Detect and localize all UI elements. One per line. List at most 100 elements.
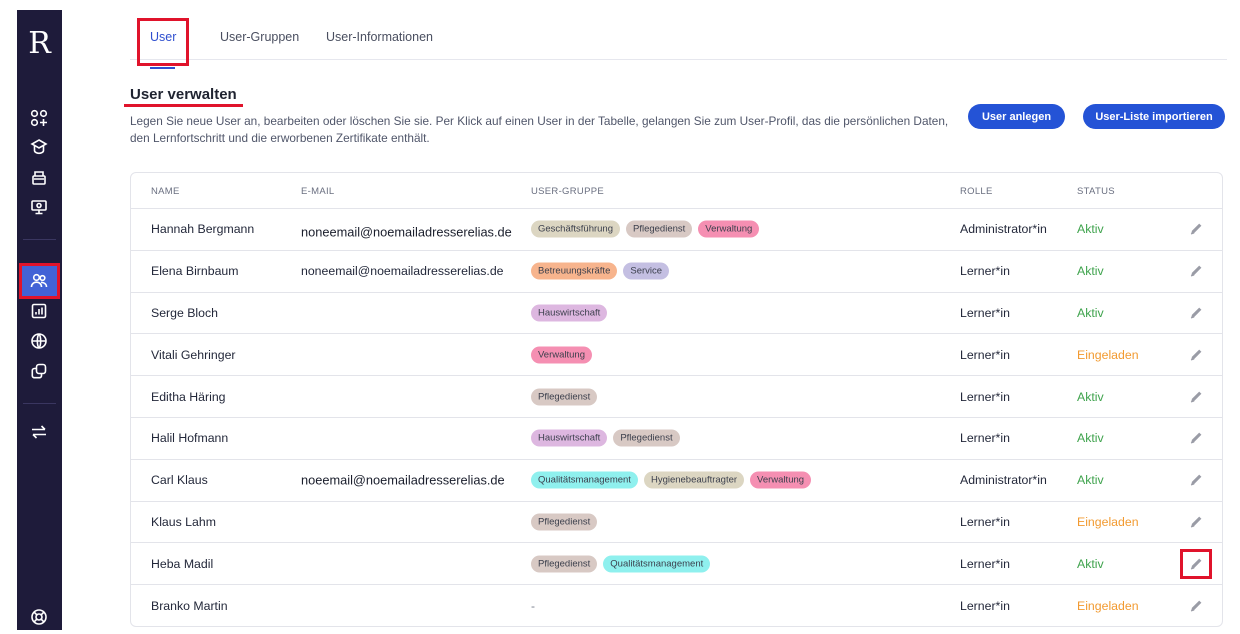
user-group-tags: Pflegedienst <box>531 513 598 531</box>
user-email: noneemail@noemailadresserelias.de <box>301 264 504 279</box>
page-description: Legen Sie neue User an, bearbeiten oder … <box>130 114 949 145</box>
table-row[interactable]: Serge Bloch Hauswirtschaft Lerner*in Aktiv <box>131 293 1222 335</box>
user-role: Lerner*in <box>960 347 1010 362</box>
tab-user-informationen[interactable]: User-Informationen <box>326 30 433 44</box>
user-group-tags: Hauswirtschaft <box>531 304 608 322</box>
table-row[interactable]: Vitali Gehringer Verwaltung Lerner*in Einge… <box>131 334 1222 377</box>
users-icon[interactable] <box>28 270 50 292</box>
no-group-placeholder: - <box>531 598 535 613</box>
user-group-tags: Pflegedienst <box>531 388 598 406</box>
edit-pencil-icon[interactable] <box>1188 472 1204 488</box>
table-row[interactable]: Halil Hofmann Hauswirtschaft Pflegedienst L… <box>131 418 1222 460</box>
import-user-list-button[interactable]: User-Liste importieren <box>1083 104 1225 129</box>
column-header-role[interactable]: ROLLE <box>960 186 993 197</box>
group-tag: Hauswirtschaft <box>531 429 608 447</box>
group-tag: Geschäftsführung <box>531 220 620 238</box>
user-name: Branko Martin <box>151 598 228 613</box>
table-row[interactable]: Editha Häring Pflegedienst Lerner*in Aktiv <box>131 376 1222 418</box>
table-header: NAME E-MAIL USER-GRUPPE ROLLE STATUS <box>131 173 1222 209</box>
user-name: Serge Bloch <box>151 305 218 320</box>
column-header-group[interactable]: USER-GRUPPE <box>531 186 604 197</box>
switch-icon[interactable] <box>28 421 50 443</box>
edit-pencil-icon[interactable] <box>1188 305 1204 321</box>
column-header-status[interactable]: STATUS <box>1077 186 1115 197</box>
group-tag: Verwaltung <box>750 471 812 489</box>
user-group-tags: Hauswirtschaft Pflegedienst <box>531 429 680 447</box>
column-header-email[interactable]: E-MAIL <box>301 186 334 197</box>
reports-icon[interactable] <box>28 300 50 322</box>
screen-icon[interactable] <box>28 196 50 218</box>
user-group-tags: Betreuungskräfte Service <box>531 262 670 280</box>
user-status: Aktiv <box>1077 556 1104 571</box>
user-table: NAME E-MAIL USER-GRUPPE ROLLE STATUS Han… <box>130 172 1223 627</box>
user-role: Lerner*in <box>960 598 1010 613</box>
group-tag: Verwaltung <box>698 220 760 238</box>
active-tab-indicator <box>150 67 175 69</box>
table-row[interactable]: Hannah Bergmann noneemail@noemailadresser… <box>131 209 1222 251</box>
user-status: Aktiv <box>1077 222 1104 237</box>
user-role: Administrator*in <box>960 222 1047 237</box>
group-tag: Pflegedienst <box>531 513 598 531</box>
user-name: Editha Häring <box>151 389 226 404</box>
table-row[interactable]: Elena Birnbaum noneemail@noemailadressere… <box>131 251 1222 293</box>
table-row[interactable]: Klaus Lahm Pflegedienst Lerner*in Eingelade… <box>131 502 1222 544</box>
user-name: Heba Madil <box>151 556 214 571</box>
edit-pencil-icon[interactable] <box>1188 598 1204 614</box>
course-icon[interactable] <box>28 136 50 158</box>
create-user-button[interactable]: User anlegen <box>968 104 1065 129</box>
sidebar-divider <box>23 403 56 404</box>
group-tag: Pflegedienst <box>626 220 693 238</box>
library-icon[interactable] <box>28 166 50 188</box>
user-group-tags: Verwaltung <box>531 346 593 364</box>
edit-pencil-icon[interactable] <box>1188 263 1204 279</box>
user-status: Aktiv <box>1077 473 1104 488</box>
user-group-tags: Qualitätsmanagement Hygienebeauftragter Ve… <box>531 471 812 489</box>
user-role: Lerner*in <box>960 389 1010 404</box>
user-role: Lerner*in <box>960 305 1010 320</box>
user-name: Vitali Gehringer <box>151 347 236 362</box>
user-status: Aktiv <box>1077 431 1104 446</box>
user-role: Administrator*in <box>960 473 1047 488</box>
globe-icon[interactable] <box>28 330 50 352</box>
group-tag: Service <box>623 262 670 280</box>
group-tag: Verwaltung <box>531 346 593 364</box>
user-role: Lerner*in <box>960 264 1010 279</box>
user-status: Aktiv <box>1077 389 1104 404</box>
group-tag: Qualitätsmanagement <box>531 471 638 489</box>
table-row[interactable]: Branko Martin - Lerner*in Eingeladen <box>131 585 1222 626</box>
user-status: Eingeladen <box>1077 598 1139 613</box>
help-icon[interactable] <box>28 606 50 628</box>
group-tag: Hauswirtschaft <box>531 304 608 322</box>
edit-pencil-icon[interactable] <box>1188 430 1204 446</box>
group-tag: Pflegedienst <box>531 388 598 406</box>
app-logo: R <box>28 26 51 61</box>
sidebar: R <box>17 10 62 630</box>
dashboard-icon[interactable] <box>28 107 50 129</box>
tab-bar: User User-Gruppen User-Informationen <box>130 18 1227 69</box>
user-name: Elena Birnbaum <box>151 264 239 279</box>
tab-user-gruppen[interactable]: User-Gruppen <box>220 30 299 44</box>
column-header-name[interactable]: NAME <box>151 186 180 197</box>
user-role: Lerner*in <box>960 514 1010 529</box>
user-name: Hannah Bergmann <box>151 222 255 237</box>
edit-pencil-icon[interactable] <box>1188 389 1204 405</box>
group-tag: Betreuungskräfte <box>531 262 618 280</box>
group-tag: Qualitätsmanagement <box>603 555 711 573</box>
group-tag: Pflegedienst <box>613 429 680 447</box>
user-status: Aktiv <box>1077 264 1104 279</box>
user-name: Halil Hofmann <box>151 431 229 446</box>
copy-icon[interactable] <box>28 360 50 382</box>
user-group-tags: - <box>531 599 535 613</box>
edit-pencil-icon[interactable] <box>1188 221 1204 237</box>
edit-highlight-box <box>1180 548 1212 579</box>
table-row[interactable]: Heba Madil Pflegedienst Qualitätsmanagemen… <box>131 543 1222 586</box>
user-status: Eingeladen <box>1077 347 1139 362</box>
user-group-tags: Pflegedienst Qualitätsmanagement <box>531 555 711 573</box>
table-row[interactable]: Carl Klaus noeemail@noemailadresserelias.… <box>131 460 1222 502</box>
group-tag: Hygienebeauftragter <box>643 471 745 489</box>
tab-highlight-box <box>137 18 189 66</box>
edit-pencil-icon[interactable] <box>1188 347 1204 363</box>
user-email: noneemail@noemailadresserelias.de <box>301 224 512 240</box>
edit-pencil-icon[interactable] <box>1188 514 1204 530</box>
user-email: noeemail@noemailadresserelias.de <box>301 472 505 488</box>
